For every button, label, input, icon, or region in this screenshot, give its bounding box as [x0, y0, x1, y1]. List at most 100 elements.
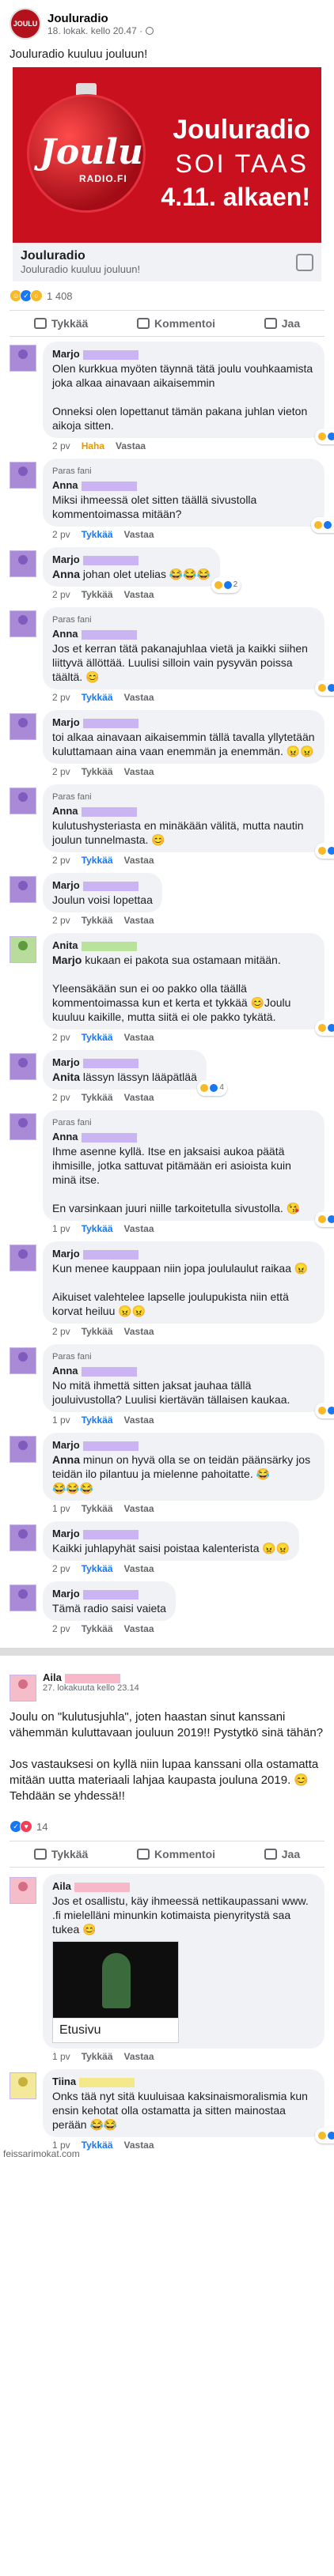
avatar[interactable]: [9, 345, 36, 372]
avatar[interactable]: [9, 1675, 36, 1702]
comment-author[interactable]: Marjo: [52, 1248, 80, 1260]
mention-tag[interactable]: Anna: [52, 1453, 80, 1466]
comment-reply-button[interactable]: Vastaa: [124, 1032, 154, 1043]
comment-like-button[interactable]: Tykkää: [82, 855, 113, 866]
link-preview-card[interactable]: Etusivu: [52, 1941, 179, 2043]
reaction-summary[interactable]: ☺ ✓ ○ 1 408: [0, 281, 334, 310]
reaction-badge[interactable]: 2: [211, 577, 241, 593]
avatar[interactable]: [9, 936, 36, 963]
comment-reply-button[interactable]: Vastaa: [124, 855, 154, 866]
post2-author[interactable]: Aila: [43, 1671, 62, 1683]
avatar[interactable]: [9, 2072, 36, 2099]
page-name[interactable]: Jouluradio: [47, 12, 154, 25]
comment-reply-button[interactable]: Vastaa: [116, 440, 146, 451]
share-button[interactable]: Jaa: [264, 1848, 300, 1860]
comment-author[interactable]: Marjo: [52, 1056, 80, 1068]
comment-author[interactable]: Aila: [52, 1880, 71, 1892]
comment-like-button[interactable]: Tykkää: [82, 1563, 113, 1574]
avatar[interactable]: [9, 462, 36, 489]
comment-reply-button[interactable]: Vastaa: [124, 766, 154, 777]
comment-author[interactable]: Anna: [52, 479, 78, 491]
post2-timestamp[interactable]: 27. lokakuuta kello 23.14: [43, 1683, 325, 1693]
post2-reactions[interactable]: ✓ ♥ 14: [9, 1812, 325, 1841]
comment-time[interactable]: 1 pv: [52, 2051, 70, 2062]
comment-like-button[interactable]: Tykkää: [82, 1503, 113, 1514]
comment-reply-button[interactable]: Vastaa: [124, 692, 154, 703]
comment-like-button[interactable]: Tykkää: [82, 692, 113, 703]
avatar[interactable]: [9, 876, 36, 903]
comment-like-button[interactable]: Tykkää: [82, 1326, 113, 1337]
mention-tag[interactable]: Anita: [52, 1071, 80, 1083]
comment-reply-button[interactable]: Vastaa: [124, 589, 154, 600]
comment-author[interactable]: Anita: [52, 939, 78, 951]
reaction-badge[interactable]: 8: [315, 1020, 334, 1036]
avatar[interactable]: [9, 1436, 36, 1463]
avatar[interactable]: [9, 1053, 36, 1080]
reaction-badge[interactable]: 4: [197, 1080, 227, 1096]
comment-like-button[interactable]: Tykkää: [82, 1623, 113, 1634]
comment-reply-button[interactable]: Vastaa: [124, 2051, 154, 2062]
avatar[interactable]: [9, 713, 36, 740]
comment-author[interactable]: Anna: [52, 1365, 78, 1377]
comment-reply-button[interactable]: Vastaa: [124, 1223, 154, 1234]
comment-time[interactable]: 2 pv: [52, 1092, 70, 1103]
comment-time[interactable]: 2 pv: [52, 529, 70, 540]
avatar[interactable]: [9, 1585, 36, 1611]
comment-reply-button[interactable]: Vastaa: [124, 1092, 154, 1103]
comment-button[interactable]: Kommentoi: [137, 317, 215, 330]
avatar[interactable]: [9, 1877, 36, 1904]
comment-time[interactable]: 2 pv: [52, 855, 70, 866]
comment-author[interactable]: Marjo: [52, 716, 80, 728]
mention-tag[interactable]: Anna: [52, 568, 80, 580]
avatar[interactable]: [9, 1524, 36, 1551]
avatar[interactable]: [9, 788, 36, 814]
reaction-badge[interactable]: 8: [315, 1211, 334, 1227]
reaction-badge[interactable]: 5: [315, 680, 334, 696]
comment-like-button[interactable]: Tykkää: [82, 766, 113, 777]
comment-time[interactable]: 2 pv: [52, 1563, 70, 1574]
comment-like-button[interactable]: Tykkää: [82, 1223, 113, 1234]
like-button[interactable]: Tykkää: [33, 1848, 88, 1860]
avatar[interactable]: [9, 1347, 36, 1374]
comment-author[interactable]: Anna: [52, 1131, 78, 1143]
comment-time[interactable]: 1 pv: [52, 1415, 70, 1426]
reaction-badge[interactable]: 5: [315, 2128, 334, 2144]
page-avatar[interactable]: JOULU: [9, 8, 41, 40]
comment-author[interactable]: Anna: [52, 805, 78, 817]
comment-author[interactable]: Marjo: [52, 348, 80, 360]
comment-like-button[interactable]: Tykkää: [82, 2140, 113, 2151]
comment-like-button[interactable]: Tykkää: [82, 915, 113, 926]
comment-author[interactable]: Marjo: [52, 553, 80, 565]
comment-author[interactable]: Marjo: [52, 1528, 80, 1539]
mention-tag[interactable]: Marjo: [52, 954, 82, 966]
comment-like-button[interactable]: Tykkää: [82, 1415, 113, 1426]
comment-time[interactable]: 2 pv: [52, 440, 70, 451]
comment-like-button[interactable]: Tykkää: [82, 589, 113, 600]
like-button[interactable]: Tykkää: [33, 317, 88, 330]
comment-like-button[interactable]: Tykkää: [82, 1032, 113, 1043]
link-preview[interactable]: Jouluradio Jouluradio kuuluu jouluun!: [13, 243, 321, 281]
reaction-badge[interactable]: 17: [310, 517, 334, 533]
comment-reply-button[interactable]: Vastaa: [124, 1623, 154, 1634]
comment-like-button[interactable]: Tykkää: [82, 2051, 113, 2062]
comment-reply-button[interactable]: Vastaa: [124, 1563, 154, 1574]
comment-author[interactable]: Anna: [52, 628, 78, 640]
comment-author[interactable]: Marjo: [52, 1588, 80, 1600]
comment-author[interactable]: Tiina: [52, 2076, 76, 2087]
comment-button[interactable]: Kommentoi: [137, 1848, 215, 1860]
comment-time[interactable]: 2 pv: [52, 1032, 70, 1043]
comment-author[interactable]: Marjo: [52, 1439, 80, 1451]
post-banner-image[interactable]: Joulu RADIO.FI Jouluradio SOI TAAS 4.11.…: [13, 67, 321, 243]
comment-author[interactable]: Marjo: [52, 879, 80, 891]
avatar[interactable]: [9, 610, 36, 637]
comment-time[interactable]: 2 pv: [52, 766, 70, 777]
like-page-icon[interactable]: [296, 253, 313, 271]
reaction-badge[interactable]: 3: [315, 1403, 334, 1418]
comment-time[interactable]: 1 pv: [52, 1223, 70, 1234]
avatar[interactable]: [9, 1245, 36, 1271]
comment-reply-button[interactable]: Vastaa: [124, 1326, 154, 1337]
reaction-badge[interactable]: 2: [315, 843, 334, 859]
comment-like-button[interactable]: Tykkää: [82, 1092, 113, 1103]
comment-reply-button[interactable]: Vastaa: [124, 915, 154, 926]
comment-reply-button[interactable]: Vastaa: [124, 1415, 154, 1426]
